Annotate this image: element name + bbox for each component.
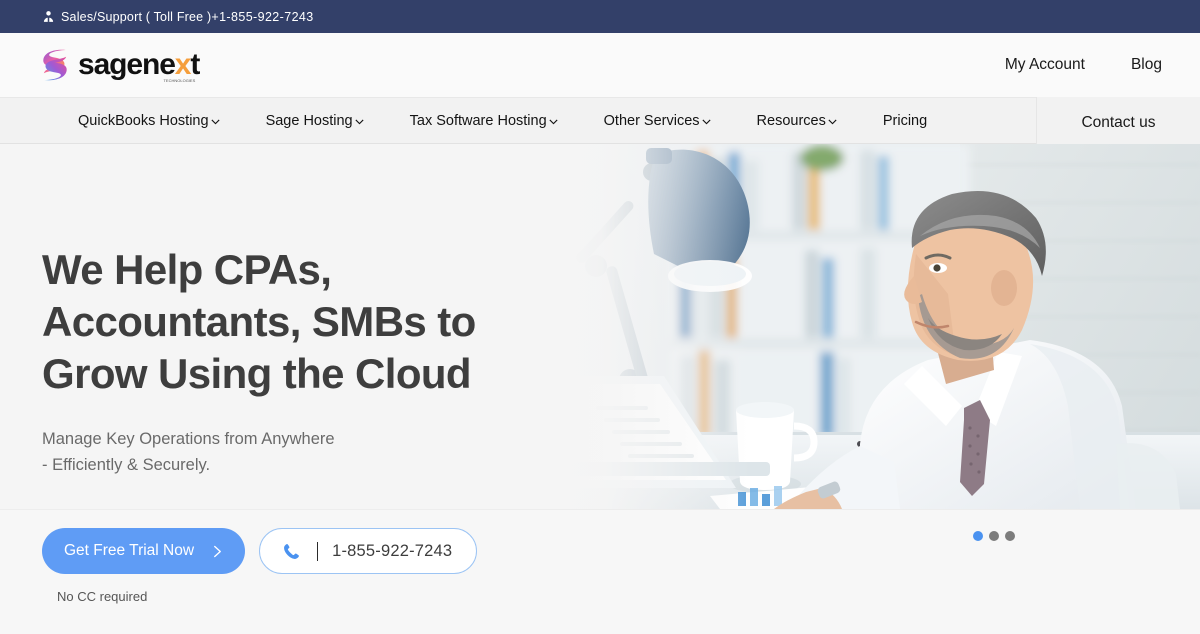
phone-icon <box>284 543 300 559</box>
phone-number-label: 1-855-922-7243 <box>332 541 453 560</box>
header-link-blog[interactable]: Blog <box>1131 56 1162 74</box>
nav-item-resources[interactable]: Resources <box>757 113 838 129</box>
chevron-down-icon <box>549 119 558 125</box>
sales-support-contact[interactable]: Sales/Support ( Toll Free )+1-855-922-72… <box>42 10 314 24</box>
contact-us-label[interactable]: Contact us <box>1081 114 1155 132</box>
nav-item-label: Resources <box>756 112 826 129</box>
top-utility-bar: Sales/Support ( Toll Free )+1-855-922-72… <box>0 0 1200 33</box>
hero-subtitle: Manage Key Operations from Anywhere - Ef… <box>42 426 562 478</box>
nav-item-label: Sage Hosting <box>265 112 353 129</box>
logo-trademark: TECHNOLOGIES <box>163 78 196 83</box>
header-link-group: My Account Blog <box>1005 56 1162 74</box>
hero-photo-illustration <box>560 144 1200 509</box>
sales-support-phone: +1-855-922-7243 <box>211 9 314 24</box>
hero-section: We Help CPAs, Accountants, SMBs to Grow … <box>0 144 1200 509</box>
hero-title-line-1: We Help CPAs, <box>42 246 332 293</box>
get-free-trial-button[interactable]: Get Free Trial Now <box>42 528 246 574</box>
nav-item-quickbooks-hosting[interactable]: QuickBooks Hosting <box>78 113 221 129</box>
logo-link[interactable]: sagenext TECHNOLOGIES <box>40 48 200 83</box>
nav-item-sage-hosting[interactable]: Sage Hosting <box>266 113 365 129</box>
logo-wordmark: sagenext TECHNOLOGIES <box>78 48 200 83</box>
nav-item-label: Other Services <box>603 112 700 129</box>
sales-support-label: Sales/Support ( Toll Free ) <box>61 9 212 24</box>
cta-strip: Get Free Trial Now 1-855-922-7243 No CC … <box>0 509 1200 634</box>
nav-item-tax-software-hosting[interactable]: Tax Software Hosting <box>410 113 559 129</box>
logo-text-b: t <box>190 48 200 81</box>
chevron-down-icon <box>828 119 837 125</box>
header-link-my-account[interactable]: My Account <box>1005 56 1085 74</box>
sagenext-s-swoosh-icon <box>43 49 67 81</box>
page-title: We Help CPAs, Accountants, SMBs to Grow … <box>42 244 562 400</box>
hero-copy: We Help CPAs, Accountants, SMBs to Grow … <box>42 244 562 478</box>
no-cc-required-note: No CC required <box>57 589 148 604</box>
chevron-down-icon <box>701 119 711 125</box>
page-root: Sales/Support ( Toll Free )+1-855-922-72… <box>0 0 1200 634</box>
logo-text-a: sagene <box>78 48 176 81</box>
get-free-trial-label: Get Free Trial Now <box>64 542 195 559</box>
hero-title-line-2: Accountants, SMBs to <box>42 298 476 345</box>
chevron-right-icon <box>214 545 221 557</box>
chevron-down-icon <box>211 119 220 125</box>
hero-subtitle-line-1: Manage Key Operations from Anywhere <box>42 430 335 448</box>
hero-subtitle-line-2: - Efficiently & Securely. <box>42 456 211 474</box>
site-header: sagenext TECHNOLOGIES My Account Blog <box>0 33 1200 97</box>
nav-item-label: Pricing <box>882 112 928 129</box>
nav-item-pricing[interactable]: Pricing <box>883 113 927 129</box>
call-phone-button[interactable]: 1-855-922-7243 <box>259 528 478 574</box>
carousel-dots <box>973 531 1015 541</box>
carousel-dot-2[interactable] <box>989 531 999 541</box>
nav-item-contact-us[interactable]: Contact us <box>1036 97 1200 150</box>
main-navigation: QuickBooks Hosting Sage Hosting Tax Soft… <box>0 97 1200 144</box>
nav-item-label: QuickBooks Hosting <box>78 112 209 129</box>
logo-text-x: x <box>174 48 192 81</box>
phone-button-divider <box>317 541 319 561</box>
user-icon <box>43 11 54 22</box>
nav-item-other-services[interactable]: Other Services <box>604 113 712 129</box>
carousel-dot-1[interactable] <box>973 531 983 541</box>
nav-item-group: QuickBooks Hosting Sage Hosting Tax Soft… <box>78 113 927 129</box>
hero-title-line-3: Grow Using the Cloud <box>42 350 472 397</box>
cta-button-group: Get Free Trial Now 1-855-922-7243 <box>42 528 478 574</box>
hero-image <box>560 144 1200 509</box>
sales-support-text: Sales/Support ( Toll Free )+1-855-922-72… <box>61 10 314 24</box>
chevron-down-icon <box>355 119 364 125</box>
carousel-dot-3[interactable] <box>1005 531 1015 541</box>
nav-item-label: Tax Software Hosting <box>409 112 547 129</box>
